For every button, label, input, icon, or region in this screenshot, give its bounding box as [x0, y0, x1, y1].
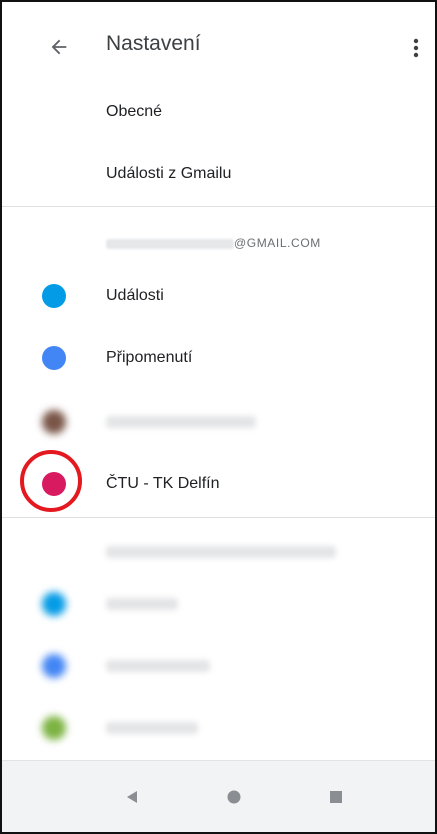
arrow-left-icon: [51, 39, 67, 55]
screen: Nastavení Obecné Události z Gmailu @GMAI…: [0, 0, 437, 834]
account-header: @GMAIL.COM: [106, 236, 321, 250]
settings-item-gmail-events[interactable]: Události z Gmailu: [2, 144, 435, 204]
nav-home-button[interactable]: [216, 779, 252, 815]
settings-item-label: Obecné: [106, 103, 163, 120]
nav-recents-button[interactable]: [318, 779, 354, 815]
redacted-calendar-name: [106, 416, 256, 428]
calendar-color-dot: [42, 716, 66, 740]
more-options-button[interactable]: [404, 32, 428, 64]
nav-home-icon: [227, 790, 241, 803]
nav-back-button[interactable]: [114, 779, 150, 815]
calendar-item-redacted[interactable]: [2, 574, 435, 634]
redacted-calendar-name: [106, 660, 210, 672]
highlight-circle: [20, 450, 82, 512]
divider: [2, 517, 435, 518]
page-title: Nastavení: [106, 32, 201, 55]
account-email-suffix: @GMAIL.COM: [234, 236, 321, 250]
more-vert-icon: [413, 38, 419, 58]
calendar-color-dot: [42, 410, 66, 434]
back-button[interactable]: [42, 30, 76, 64]
calendar-item-label: ČTU - TK Delfín: [106, 475, 220, 492]
calendar-item-redacted[interactable]: [2, 698, 435, 758]
redacted-calendar-name: [106, 598, 178, 610]
redacted-email-local-part: [106, 238, 234, 249]
calendar-item-label: Připomenutí: [106, 349, 193, 366]
calendar-color-dot: [42, 346, 66, 370]
nav-recents-icon: [330, 790, 342, 803]
divider: [2, 206, 435, 207]
settings-item-general[interactable]: Obecné: [2, 82, 435, 142]
settings-item-label: Události z Gmailu: [106, 165, 232, 182]
redacted-calendar-name: [106, 722, 198, 734]
system-nav-bar: [2, 760, 435, 832]
nav-back-icon: [127, 790, 137, 803]
redacted-account-header: [106, 546, 336, 558]
calendar-item-events[interactable]: Události: [2, 266, 435, 326]
calendar-item-redacted[interactable]: [2, 636, 435, 696]
calendar-color-dot: [42, 592, 66, 616]
calendar-item-label: Události: [106, 287, 164, 304]
calendar-item-redacted[interactable]: [2, 392, 435, 452]
calendar-item-reminders[interactable]: Připomenutí: [2, 328, 435, 388]
calendar-color-dot: [42, 654, 66, 678]
app-bar: Nastavení: [2, 2, 435, 90]
calendar-color-dot: [42, 284, 66, 308]
